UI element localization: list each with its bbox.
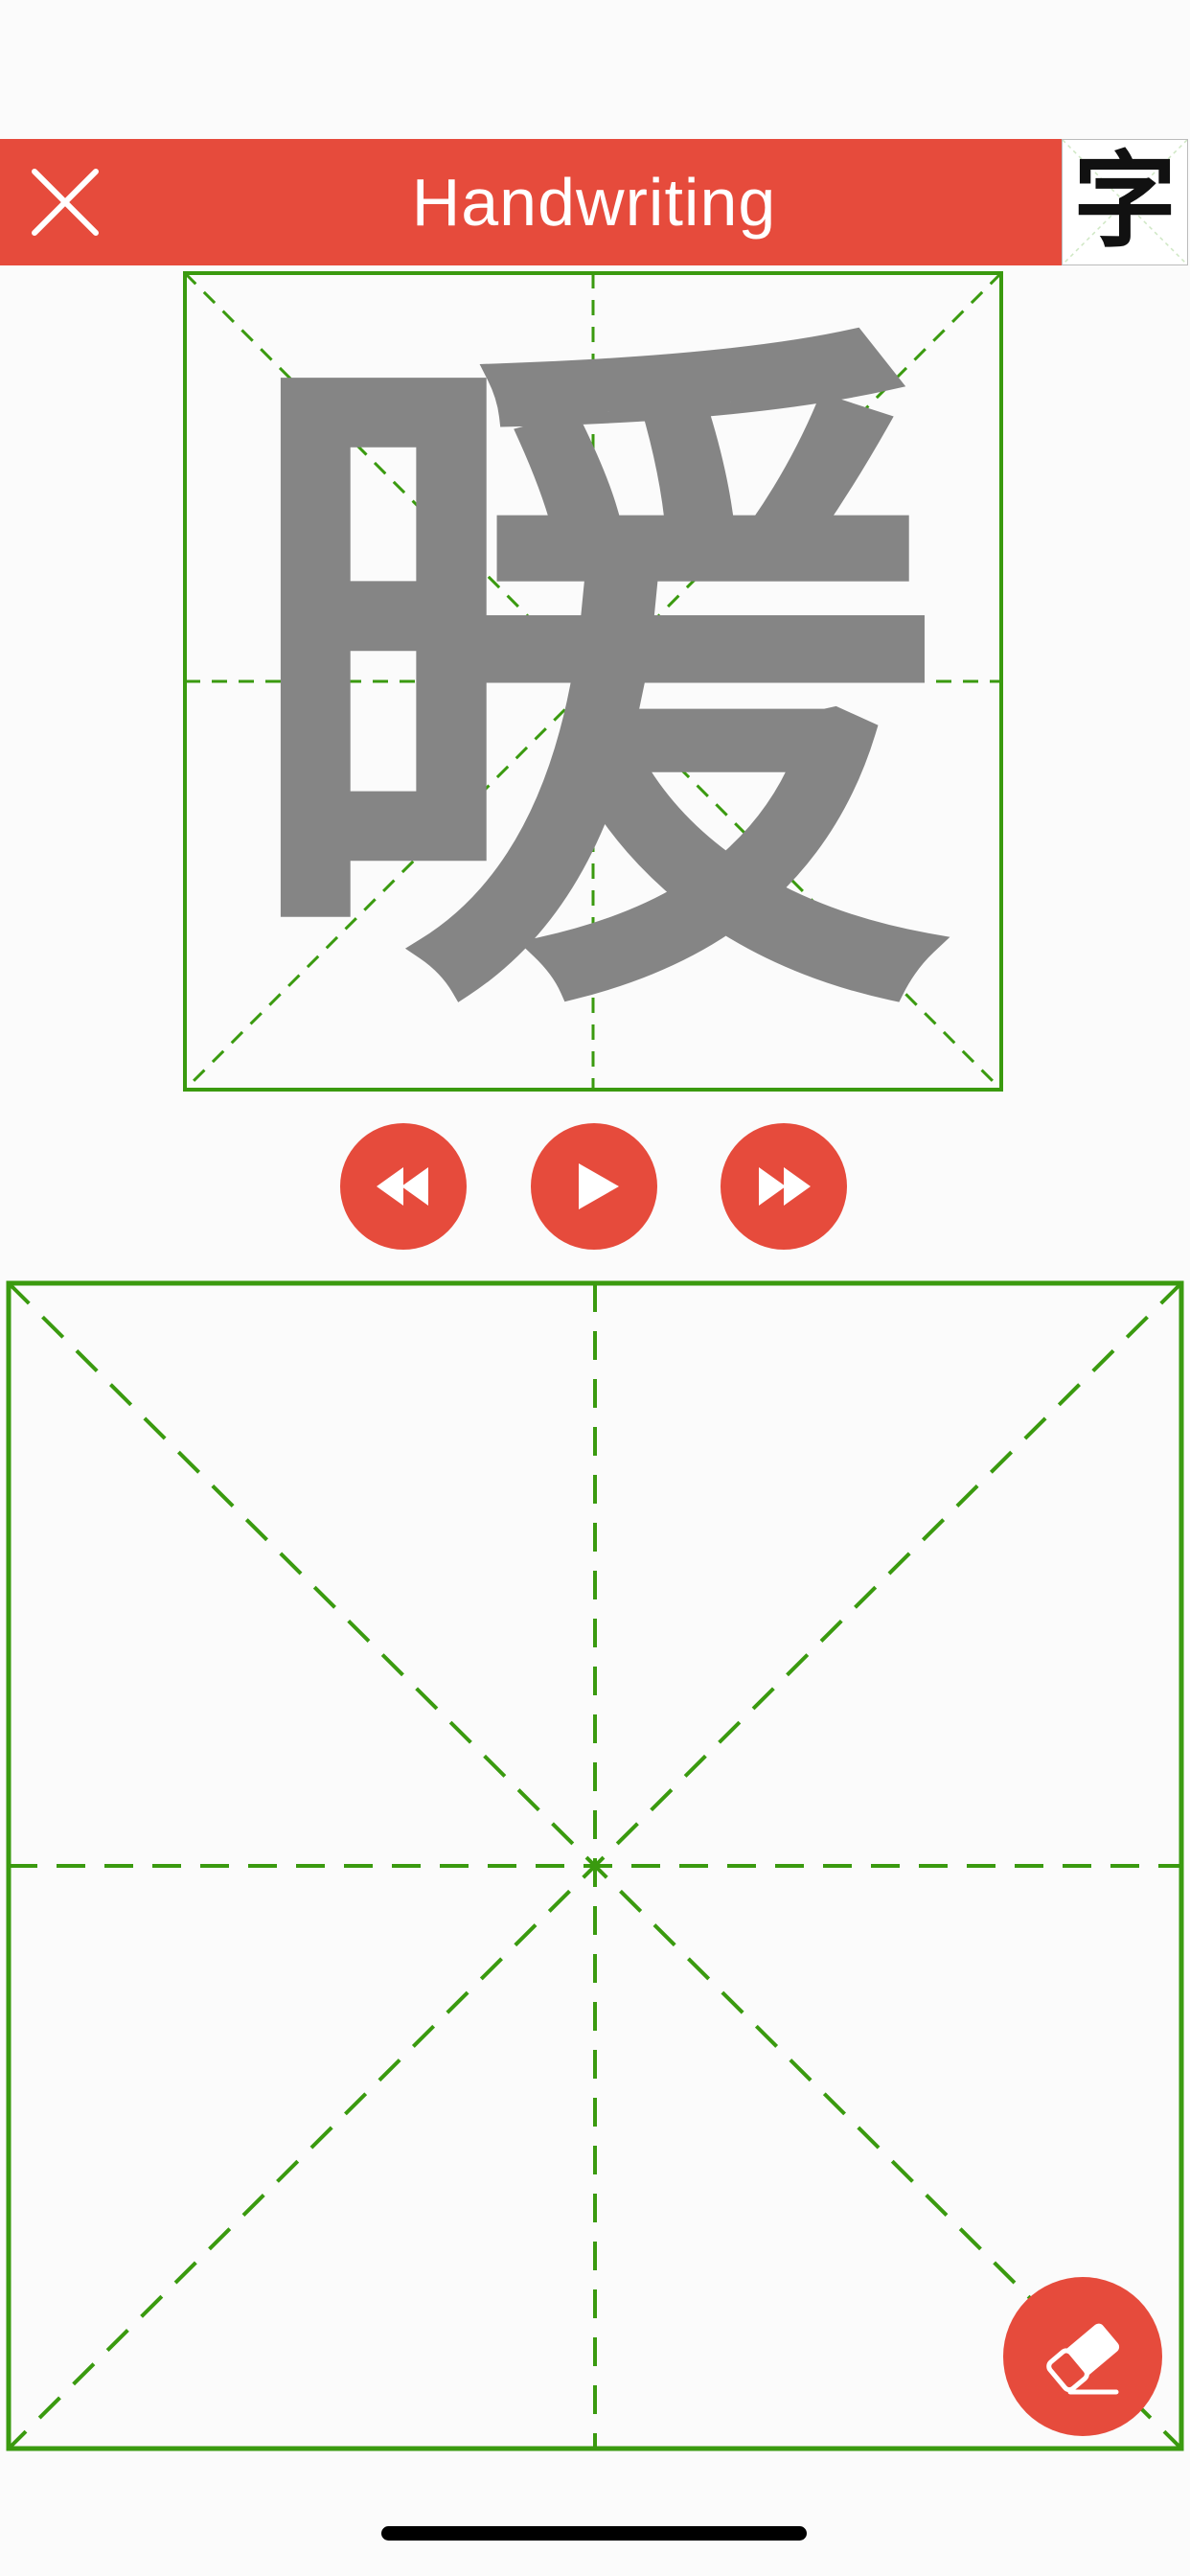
rewind-button[interactable] — [340, 1123, 467, 1250]
play-icon — [579, 1163, 619, 1209]
close-icon — [32, 169, 99, 236]
writing-pad[interactable] — [6, 1280, 1184, 2451]
play-button[interactable] — [531, 1123, 657, 1250]
character-thumbnail-button[interactable]: 字 — [1062, 139, 1188, 265]
eraser-icon — [1046, 2323, 1120, 2395]
model-character-box: 暖 — [182, 270, 1004, 1092]
header-bar — [0, 139, 1064, 265]
model-character: 暖 — [239, 264, 948, 1098]
eraser-button[interactable] — [1003, 2277, 1162, 2436]
writing-pad-grid — [6, 1280, 1184, 2451]
home-indicator[interactable] — [381, 2526, 807, 2541]
fast-forward-button[interactable] — [721, 1123, 847, 1250]
fast-forward-icon — [759, 1167, 811, 1206]
rewind-icon — [377, 1167, 428, 1206]
thumbnail-character: 字 — [1072, 141, 1177, 262]
close-button[interactable] — [29, 166, 102, 239]
